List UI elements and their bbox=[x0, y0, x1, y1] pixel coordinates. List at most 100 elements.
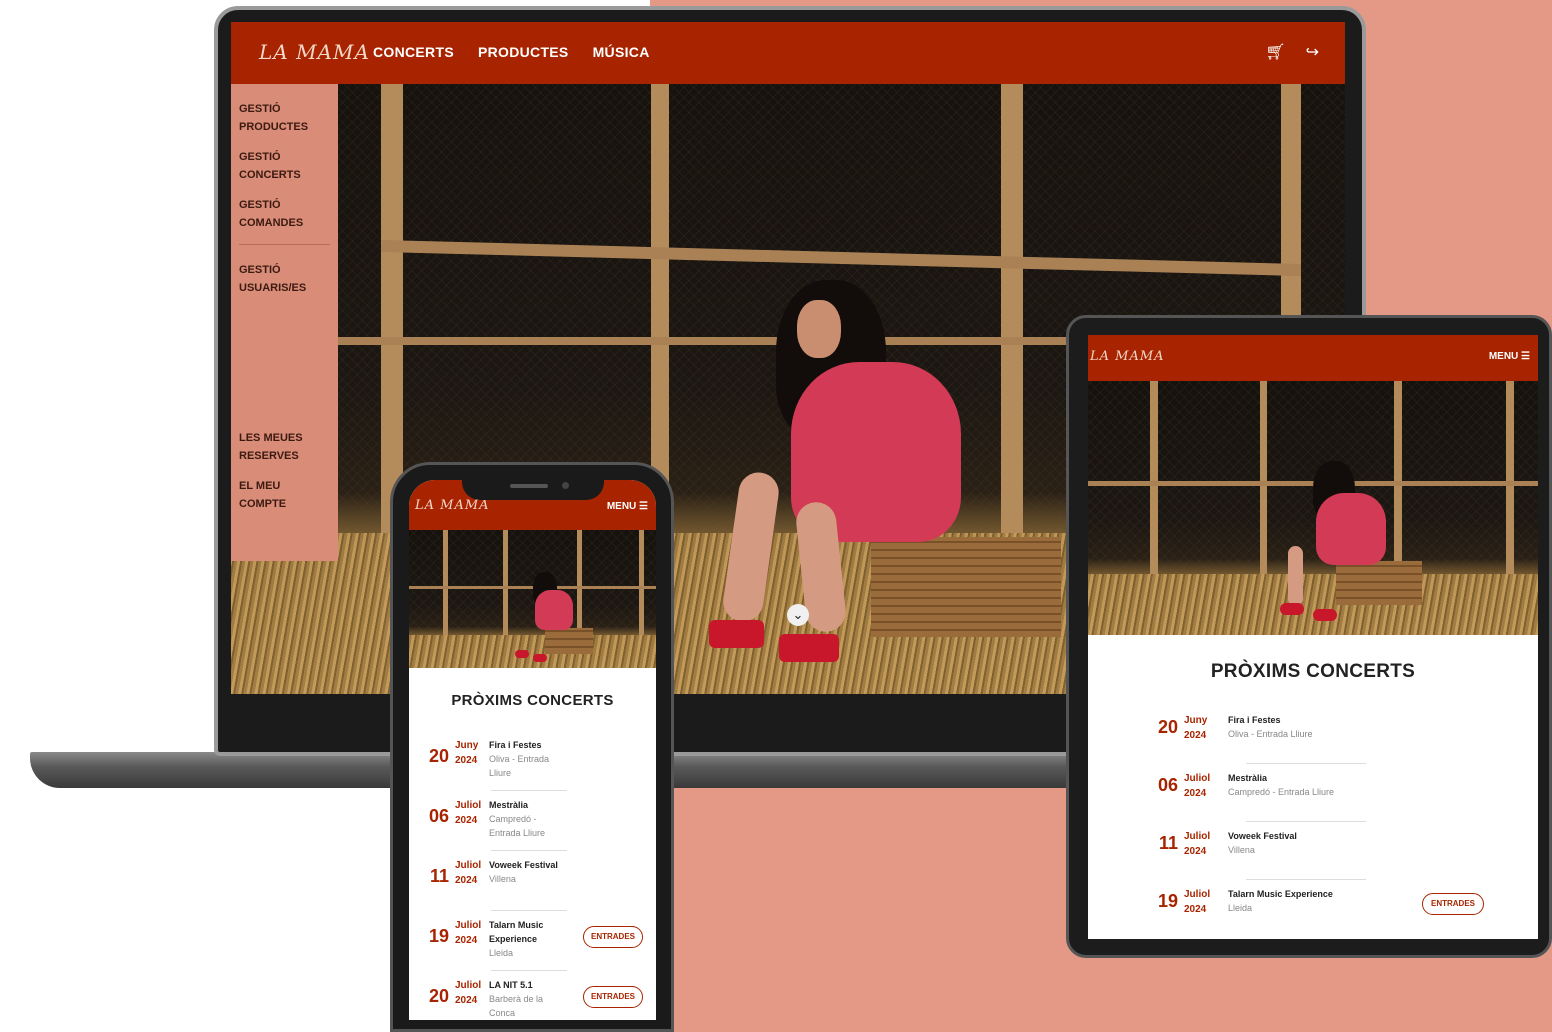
sidebar-item-el-meu-compte[interactable]: EL MEU COMPTE bbox=[239, 477, 330, 513]
logout-icon[interactable]: ↪ bbox=[1306, 42, 1319, 62]
concert-row: 20 Juny 2024 Fira i Festes Oliva - Entrada L… bbox=[415, 738, 569, 780]
concert-place: Villena bbox=[1228, 845, 1255, 855]
brand-logo[interactable]: LA MAMA bbox=[259, 40, 370, 64]
concert-place: Oliva - Entrada Lliure bbox=[489, 754, 550, 778]
concert-row: 11 Juliol 2024 Voweek Festival Villena bbox=[415, 858, 569, 888]
concert-place: Oliva - Entrada Lliure bbox=[1228, 729, 1313, 739]
concert-day: 20 bbox=[1157, 717, 1178, 737]
sidebar-item-les-meues-reserves[interactable]: LES MEUES RESERVES bbox=[239, 429, 330, 465]
entrades-button[interactable]: ENTRADES bbox=[1422, 893, 1484, 915]
concert-day: 11 bbox=[1158, 833, 1178, 853]
concert-row: 06 Juliol 2024 Mestràlia Campredó - Entrada … bbox=[1144, 771, 1358, 801]
concert-day: 19 bbox=[1157, 891, 1178, 911]
concert-month: Juliol bbox=[455, 980, 482, 991]
section-title: PRÒXIMS CONCERTS bbox=[1210, 661, 1416, 682]
concert-name: Talarn Music Experience bbox=[489, 920, 544, 944]
concert-day: 20 bbox=[428, 746, 449, 766]
concert-separator bbox=[1246, 821, 1366, 822]
concert-row: 20 Juliol 2024 LA NIT 5.1 Barberà de la Conc… bbox=[415, 978, 569, 1020]
concert-date: Juliol 2024 bbox=[455, 798, 489, 828]
concert-date: Juliol 2024 bbox=[1184, 887, 1228, 917]
concert-month: Juliol bbox=[455, 920, 482, 931]
concert-year: 2024 bbox=[1184, 788, 1207, 799]
concert-name: Mestràlia bbox=[1228, 773, 1268, 783]
admin-sidebar: GESTIÓ PRODUCTES GESTIÓ CONCERTS GESTIÓ … bbox=[231, 84, 338, 561]
phone-screen: LA MAMA MENU ☰ PRÒXIMS CONCERTS 20 Juny 20… bbox=[409, 480, 656, 1020]
entrades-button[interactable]: ENTRADES bbox=[583, 926, 643, 948]
sidebar-item-gestio-usuaris[interactable]: GESTIÓ USUARIS/ES bbox=[239, 261, 330, 297]
concert-name: Voweek Festival bbox=[1228, 831, 1297, 841]
concert-row: 06 Juliol 2024 Mestràlia Campredó - Entrada … bbox=[415, 798, 569, 840]
concert-year: 2024 bbox=[455, 995, 478, 1006]
concert-date: Juny 2024 bbox=[455, 738, 489, 768]
concert-date: Juliol 2024 bbox=[455, 978, 489, 1008]
nav-links: CONCERTS PRODUCTES MÚSICA bbox=[373, 44, 650, 60]
concert-year: 2024 bbox=[455, 935, 478, 946]
concert-name: Voweek Festival bbox=[489, 860, 558, 870]
concert-name: LA NIT 5.1 bbox=[489, 980, 533, 990]
concert-day: 20 bbox=[428, 986, 449, 1006]
concert-place: Campredó - Entrada Lliure bbox=[1228, 787, 1335, 797]
brand-logo[interactable]: LA MAMA bbox=[1090, 349, 1165, 364]
concert-place: Campredó - Entrada Lliure bbox=[489, 814, 546, 838]
concert-month: Juliol bbox=[455, 860, 482, 871]
concert-name: Mestràlia bbox=[489, 800, 529, 810]
concert-separator bbox=[1246, 763, 1366, 764]
concert-month: Juliol bbox=[1184, 831, 1211, 842]
concert-row: 19 Juliol 2024 Talarn Music Experience Lleid… bbox=[1144, 887, 1358, 917]
concert-separator bbox=[491, 790, 567, 791]
concert-day: 06 bbox=[1157, 775, 1178, 795]
cart-icon[interactable]: 🛒︎ bbox=[1265, 42, 1285, 62]
sidebar-item-gestio-productes[interactable]: GESTIÓ PRODUCTES bbox=[239, 100, 330, 136]
concert-row: 11 Juliol 2024 Voweek Festival Villena bbox=[1144, 829, 1358, 859]
concert-row: 19 Juliol 2024 Talarn Music Experience Lleid… bbox=[415, 918, 569, 960]
concert-date: Juliol 2024 bbox=[455, 858, 489, 888]
concert-month: Juny bbox=[1184, 715, 1208, 726]
entrades-button[interactable]: ENTRADES bbox=[583, 986, 643, 1008]
concert-name: Fira i Festes bbox=[1228, 715, 1281, 725]
hero-photo bbox=[1088, 381, 1538, 635]
sidebar-item-gestio-comandes[interactable]: GESTIÓ COMANDES bbox=[239, 196, 330, 232]
concert-separator bbox=[1246, 879, 1366, 880]
concert-name: Fira i Festes bbox=[489, 740, 542, 750]
concert-date: Juny 2024 bbox=[1184, 713, 1228, 743]
concert-month: Juliol bbox=[1184, 773, 1211, 784]
concert-separator bbox=[491, 850, 567, 851]
nav-link-concerts[interactable]: CONCERTS bbox=[373, 44, 454, 60]
phone-notch bbox=[462, 466, 604, 500]
menu-button[interactable]: MENU ☰ bbox=[607, 501, 648, 512]
sidebar-divider bbox=[239, 244, 330, 245]
concert-year: 2024 bbox=[1184, 846, 1207, 857]
nav-link-musica[interactable]: MÚSICA bbox=[593, 44, 650, 60]
concert-name: Talarn Music Experience bbox=[1228, 889, 1333, 899]
concert-date: Juliol 2024 bbox=[1184, 829, 1228, 859]
top-navbar: LA MAMA CONCERTS PRODUCTES MÚSICA 🛒︎ ↪ bbox=[231, 22, 1345, 84]
concert-year: 2024 bbox=[1184, 730, 1207, 741]
concert-year: 2024 bbox=[455, 755, 478, 766]
concert-date: Juliol 2024 bbox=[1184, 771, 1228, 801]
concert-place: Barberà de la Conca bbox=[489, 994, 544, 1018]
concert-day: 06 bbox=[428, 806, 449, 826]
menu-button[interactable]: MENU ☰ bbox=[1489, 351, 1530, 362]
concert-year: 2024 bbox=[455, 815, 478, 826]
concert-row: 20 Juny 2024 Fira i Festes Oliva - Entrada L… bbox=[1144, 713, 1358, 743]
nav-link-productes[interactable]: PRODUCTES bbox=[478, 44, 569, 60]
concert-month: Juny bbox=[455, 740, 479, 751]
concert-separator bbox=[491, 910, 567, 911]
concert-place: Lleida bbox=[489, 948, 514, 958]
concert-year: 2024 bbox=[455, 875, 478, 886]
brand-logo[interactable]: LA MAMA bbox=[415, 498, 490, 513]
concert-day: 19 bbox=[428, 926, 449, 946]
concert-place: Villena bbox=[489, 874, 516, 884]
sidebar-item-gestio-concerts[interactable]: GESTIÓ CONCERTS bbox=[239, 148, 330, 184]
tablet-navbar: LA MAMA MENU ☰ bbox=[1088, 335, 1538, 381]
concert-month: Juliol bbox=[455, 800, 482, 811]
section-title: PRÒXIMS CONCERTS bbox=[451, 692, 614, 709]
concert-day: 11 bbox=[429, 866, 449, 886]
concert-separator bbox=[491, 970, 567, 971]
concert-year: 2024 bbox=[1184, 904, 1207, 915]
concert-place: Lleida bbox=[1228, 903, 1253, 913]
chevron-down-icon[interactable]: ⌄ bbox=[787, 604, 809, 626]
concert-month: Juliol bbox=[1184, 889, 1211, 900]
hero-photo bbox=[409, 530, 656, 668]
